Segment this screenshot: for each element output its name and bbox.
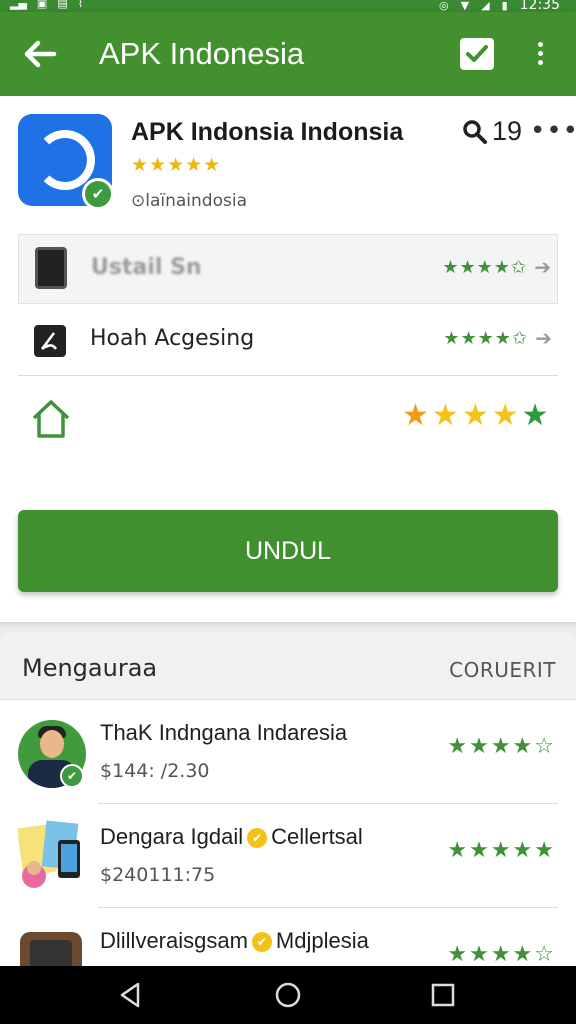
info-row-1[interactable]: Ustail Sn ★★★★✩ ➔ xyxy=(18,234,558,304)
card-more-icon[interactable]: ••• xyxy=(530,116,576,146)
info-row-3: ★★★★★ xyxy=(18,380,558,460)
chevron-right-icon: ➔ xyxy=(534,255,551,279)
edit-icon xyxy=(34,325,66,357)
app-bar: APK Indonesia xyxy=(0,12,576,96)
status-icons-left: ▂▄ ▣ ▤ ⌇ xyxy=(10,0,83,10)
app-logo-ring xyxy=(35,130,95,190)
system-nav-bar xyxy=(0,966,576,1024)
app-card: ✔ APK Indonsia Indonsia ★★★★★ ⊙laïnaindo… xyxy=(0,96,576,622)
rating-star: ★ xyxy=(461,398,492,433)
list-item-title-part: Dlillveraisgsam xyxy=(100,928,248,953)
app-rating: ★★★★★ xyxy=(131,154,222,176)
gallery-icon: ▤ xyxy=(57,0,68,10)
install-button[interactable]: UNDUL xyxy=(18,510,558,592)
app-name: APK Indonsia Indonsia xyxy=(131,118,404,146)
checkbox-icon[interactable] xyxy=(460,38,494,70)
search-count-value: 19 xyxy=(492,116,523,146)
rating-star: ★ xyxy=(521,398,552,433)
list-item-subtitle: $240111:75 xyxy=(100,864,216,886)
wifi-icon: ⌇ xyxy=(77,0,84,10)
sync-icon: ◎ xyxy=(439,0,449,12)
rating-star: ★ xyxy=(431,398,462,433)
nav-home-icon[interactable] xyxy=(273,980,303,1010)
list-item[interactable]: Dlillveraisgsam ✔ Mdjplesia ★★★★☆ xyxy=(0,908,576,966)
wifi-signal-icon: ▼ xyxy=(460,0,470,12)
info-row-rating: ★★★★✩ xyxy=(442,257,527,278)
list-item-rating: ★★★★☆ xyxy=(447,942,556,966)
home-icon[interactable] xyxy=(30,398,72,440)
list-item-title-part: Cellertsal xyxy=(271,824,363,849)
phone-icon xyxy=(35,247,67,289)
image-icon: ▣ xyxy=(36,0,48,10)
rating-star: ★ xyxy=(402,398,432,433)
info-row-label: Hoah Acgesing xyxy=(90,326,255,351)
back-arrow-icon[interactable] xyxy=(20,34,60,74)
verified-badge-icon: ✔ xyxy=(82,178,114,210)
info-row-label: Ustail Sn xyxy=(91,255,202,280)
list-item-title-part: Dengara Igdail xyxy=(100,824,244,849)
app-thumbnail xyxy=(18,820,80,888)
app-list: ✔ ThaK Indngana Indaresia $144: /2.30 ★★… xyxy=(0,700,576,966)
nav-recents-icon[interactable] xyxy=(428,980,458,1010)
list-item-title: Dlillveraisgsam ✔ Mdjplesia xyxy=(100,928,369,954)
signal-icon: ▂▄ xyxy=(10,0,27,10)
list-item[interactable]: ✔ ThaK Indngana Indaresia $144: /2.30 ★★… xyxy=(0,700,576,804)
list-item-subtitle: $144: /2.30 xyxy=(100,760,210,782)
list-item-title: Dengara Igdail ✔ Cellertsal xyxy=(100,824,363,850)
app-developer[interactable]: ⊙laïnaindosia xyxy=(131,191,247,211)
app-logo: ✔ xyxy=(18,114,114,210)
rating-star: ★ xyxy=(491,398,522,433)
verified-icon: ✔ xyxy=(251,932,272,952)
list-item-title-part: Mdjplesia xyxy=(275,928,369,953)
list-item-rating: ★★★★★ xyxy=(447,838,556,863)
verified-check-icon: ✔ xyxy=(60,764,84,788)
list-item-title: ThaK Indngana Indaresia xyxy=(100,720,348,745)
info-row-2[interactable]: Hoah Acgesing ★★★★✩ ➔ xyxy=(18,306,558,376)
battery-icon: ▮ xyxy=(501,0,508,12)
search-icon xyxy=(463,119,487,144)
search-count[interactable]: 19 xyxy=(462,116,522,147)
verified-icon: ✔ xyxy=(247,828,268,848)
page-title: APK Indonesia xyxy=(99,36,305,71)
section-header: Mengauraa CORUERIT xyxy=(0,632,576,700)
nav-back-icon[interactable] xyxy=(116,980,146,1010)
list-item-rating: ★★★★☆ xyxy=(447,734,556,759)
section-action-link[interactable]: CORUERIT xyxy=(449,658,556,682)
cell-signal-icon: ◢ xyxy=(481,0,490,12)
list-item[interactable]: Dengara Igdail ✔ Cellertsal $240111:75 ★★★… xyxy=(0,804,576,908)
section-title: Mengauraa xyxy=(22,654,158,682)
info-row-rating: ★★★★✩ xyxy=(443,328,528,349)
app-thumbnail xyxy=(20,932,82,966)
overflow-menu-icon[interactable] xyxy=(530,40,550,70)
rating-stars-large[interactable]: ★★★★★ xyxy=(402,398,552,433)
chevron-right-icon: ➔ xyxy=(535,326,552,350)
status-bar: ▂▄ ▣ ▤ ⌇ ◎ ▼ ◢ ▮ 12:35 xyxy=(0,0,576,13)
